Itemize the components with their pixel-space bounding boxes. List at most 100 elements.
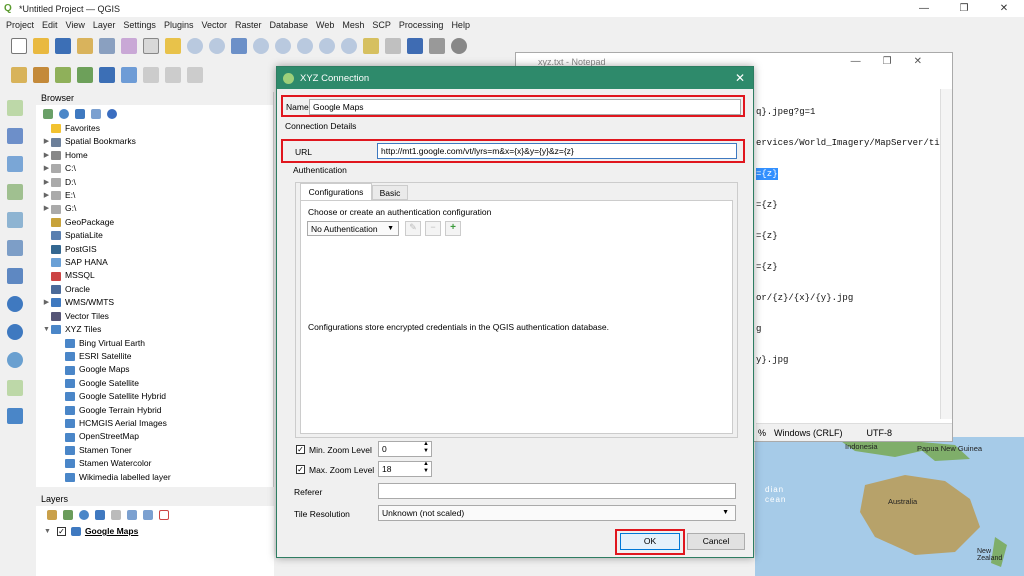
add-vector-layer-icon[interactable] [7, 100, 23, 116]
add-wfs-icon[interactable] [7, 324, 23, 340]
notepad-line[interactable]: g [756, 314, 940, 345]
edit-disabled-icon[interactable] [165, 67, 181, 83]
data-source-manager-icon[interactable] [11, 67, 27, 83]
tab-basic[interactable]: Basic [372, 185, 408, 200]
new-layer-icon[interactable] [7, 380, 23, 396]
show-bookmarks-icon[interactable] [429, 38, 445, 54]
browser-item[interactable]: ▶ E:\ [42, 189, 273, 202]
expand-arrow-icon[interactable]: ▶ [42, 189, 51, 202]
menu-processing[interactable]: Processing [399, 20, 444, 30]
collapse-all-layers-icon[interactable] [143, 510, 153, 520]
remove-config-icon[interactable]: − [425, 221, 441, 236]
browser-item[interactable]: ▼ XYZ Tiles [42, 323, 273, 336]
dialog-close-icon[interactable]: ✕ [735, 71, 745, 85]
notepad-text[interactable]: q}.jpeg?g=1 ervices/World_Imagery/MapServ… [756, 97, 940, 376]
style-manager-icon[interactable] [121, 38, 137, 54]
add-vector-icon[interactable] [55, 67, 71, 83]
refresh-browser-icon[interactable] [59, 108, 69, 119]
minimize-button[interactable]: — [904, 0, 944, 17]
expand-arrow-icon[interactable]: ▼ [42, 323, 51, 336]
browser-item[interactable]: ▶ G:\ [42, 202, 273, 215]
remove-layer-icon[interactable] [159, 510, 169, 520]
expand-arrow-icon[interactable]: ▶ [42, 149, 51, 162]
expand-arrow-icon[interactable]: ▶ [42, 135, 51, 148]
layer-name[interactable]: Google Maps [85, 526, 138, 536]
filter-legend-icon[interactable] [95, 510, 105, 520]
browser-item[interactable]: ▶ C:\ [42, 162, 273, 175]
min-zoom-checkbox[interactable]: ✓ [296, 445, 305, 454]
browser-item[interactable]: Stamen Toner [42, 444, 273, 457]
new-print-layout-icon[interactable] [77, 38, 93, 54]
save-edits-icon[interactable] [99, 67, 115, 83]
max-zoom-checkbox[interactable]: ✓ [296, 465, 305, 474]
notepad-line[interactable]: ={z} [756, 168, 778, 180]
menu-help[interactable]: Help [451, 20, 470, 30]
zoom-out-icon[interactable] [209, 38, 225, 54]
menu-project[interactable]: Project [6, 20, 34, 30]
browser-item[interactable]: Oracle [42, 283, 273, 296]
add-delimited-text-icon[interactable] [7, 184, 23, 200]
browser-item[interactable]: ▶ WMS/WMTS [42, 296, 273, 309]
browser-item[interactable]: MSSQL [42, 269, 273, 282]
visibility-icon[interactable] [79, 510, 89, 520]
expand-arrow-icon[interactable]: ▶ [42, 202, 51, 215]
browser-item[interactable]: Favorites [42, 122, 273, 135]
expand-arrow-icon[interactable]: ▶ [42, 296, 51, 309]
save-project-icon[interactable] [55, 38, 71, 54]
notepad-window-controls[interactable]: —❐✕ [851, 56, 944, 67]
info-icon[interactable] [107, 108, 117, 119]
notepad-line[interactable]: y}.jpg [756, 345, 940, 376]
edit-config-icon[interactable]: ✎ [405, 221, 421, 236]
notepad-scrollbar[interactable] [940, 89, 952, 419]
browser-item[interactable]: Wikimedia labelled layer [42, 471, 273, 484]
notepad-line[interactable]: ervices/World_Imagery/MapServer/ti [756, 128, 940, 159]
add-group-icon[interactable] [63, 510, 73, 520]
menu-view[interactable]: View [66, 20, 85, 30]
add-virtual-layer-icon[interactable] [7, 408, 23, 424]
notepad-line[interactable]: q}.jpeg?g=1 [756, 97, 940, 128]
browser-item[interactable]: Stamen Watercolor [42, 457, 273, 470]
zoom-layer-icon[interactable] [275, 38, 291, 54]
refresh-icon[interactable] [451, 38, 467, 54]
close-window-button[interactable]: ✕ [984, 0, 1024, 17]
tile-resolution-select[interactable]: Unknown (not scaled) ▼ [378, 505, 736, 521]
browser-item[interactable]: Bing Virtual Earth [42, 337, 273, 350]
auth-config-select[interactable]: No Authentication ▼ [307, 221, 399, 236]
pencil-icon[interactable] [143, 67, 159, 83]
expand-arrow-icon[interactable]: ▶ [42, 176, 51, 189]
style-icon[interactable] [47, 510, 57, 520]
browser-item[interactable]: HCMGIS Aerial Images [42, 417, 273, 430]
browser-item[interactable]: ▶ D:\ [42, 176, 273, 189]
browser-item[interactable]: OpenStreetMap [42, 430, 273, 443]
zoom-selection-icon[interactable] [253, 38, 269, 54]
layer-visibility-checkbox[interactable]: ✓ [56, 526, 66, 536]
layout-manager-icon[interactable] [99, 38, 115, 54]
menu-scp[interactable]: SCP [372, 20, 391, 30]
notepad-line[interactable]: or/{z}/{x}/{y}.jpg [756, 283, 940, 314]
save-disabled-icon[interactable] [187, 67, 203, 83]
url-input[interactable]: http://mt1.google.com/vt/lyrs=m&x={x}&y=… [377, 143, 737, 159]
menu-mesh[interactable]: Mesh [342, 20, 364, 30]
maximize-button[interactable]: ❐ [944, 0, 984, 17]
new-map-view-icon[interactable] [363, 38, 379, 54]
vertex-tool-icon[interactable] [121, 67, 137, 83]
zoom-last-icon[interactable] [319, 38, 335, 54]
browser-item[interactable]: PostGIS [42, 243, 273, 256]
zoom-full-icon[interactable] [231, 38, 247, 54]
browser-item[interactable]: Google Maps [42, 363, 273, 376]
max-zoom-spinbox[interactable]: 18 ▲ ▼ [378, 461, 432, 477]
browser-item[interactable]: ▶ Spatial Bookmarks [42, 135, 273, 148]
spin-arrows-icon[interactable]: ▲ ▼ [423, 441, 429, 455]
browser-item[interactable]: Vector Tiles [42, 310, 273, 323]
expression-filter-icon[interactable] [111, 510, 121, 520]
browser-item[interactable]: SpatiaLite [42, 229, 273, 242]
bookmark-icon[interactable] [407, 38, 423, 54]
open-project-icon[interactable] [33, 38, 49, 54]
spin-arrows-icon[interactable]: ▲ ▼ [423, 461, 429, 475]
expand-arrow-icon[interactable]: ▼ [44, 528, 51, 535]
menu-vector[interactable]: Vector [201, 20, 227, 30]
pan-to-selection-icon[interactable] [165, 38, 181, 54]
collapse-all-icon[interactable] [91, 108, 101, 119]
zoom-native-icon[interactable] [297, 38, 313, 54]
notepad-line[interactable]: ={z} [756, 221, 940, 252]
